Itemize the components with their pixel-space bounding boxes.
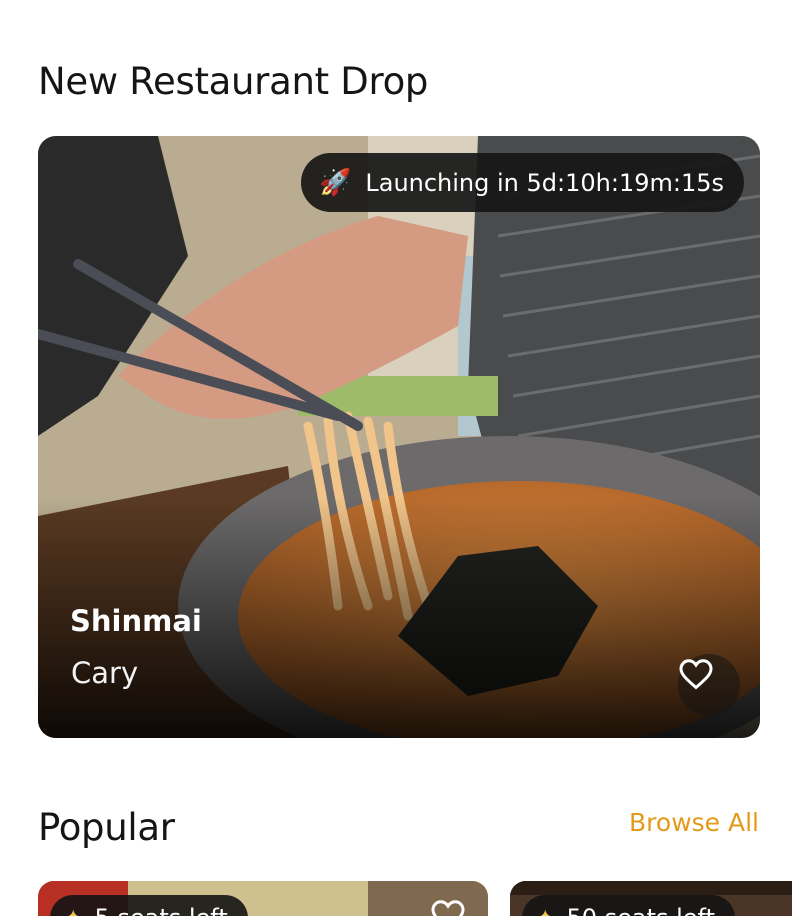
launch-countdown-badge: 🚀 Launching in 5d:10h:19m:15s xyxy=(300,153,744,212)
seats-left-badge: ✦ 50 seats left xyxy=(522,895,735,916)
sparkle-icon: ✦ xyxy=(536,906,554,916)
heart-icon[interactable] xyxy=(430,897,466,916)
launch-countdown-text: Launching in 5d:10h:19m:15s xyxy=(365,168,724,197)
heart-icon xyxy=(679,659,713,690)
sparkle-icon: ✦ xyxy=(64,906,82,916)
new-restaurant-drop-title: New Restaurant Drop xyxy=(38,60,429,103)
new-restaurant-card[interactable]: 🚀 Launching in 5d:10h:19m:15s Shinmai Ca… xyxy=(38,136,760,738)
favorite-button[interactable] xyxy=(678,654,740,716)
seats-left-text: 50 seats left xyxy=(566,904,715,916)
restaurant-name: Shinmai xyxy=(70,604,202,638)
rocket-icon: 🚀 xyxy=(318,167,352,198)
browse-all-link[interactable]: Browse All xyxy=(629,808,759,837)
restaurant-city: Cary xyxy=(71,656,139,690)
popular-card[interactable]: ✦ 5 seats left xyxy=(38,881,488,916)
popular-title: Popular xyxy=(38,806,175,849)
seats-left-text: 5 seats left xyxy=(94,904,227,916)
restaurant-photo xyxy=(38,136,760,738)
popular-card[interactable]: ✦ 50 seats left xyxy=(510,881,792,916)
seats-left-badge: ✦ 5 seats left xyxy=(50,895,248,916)
